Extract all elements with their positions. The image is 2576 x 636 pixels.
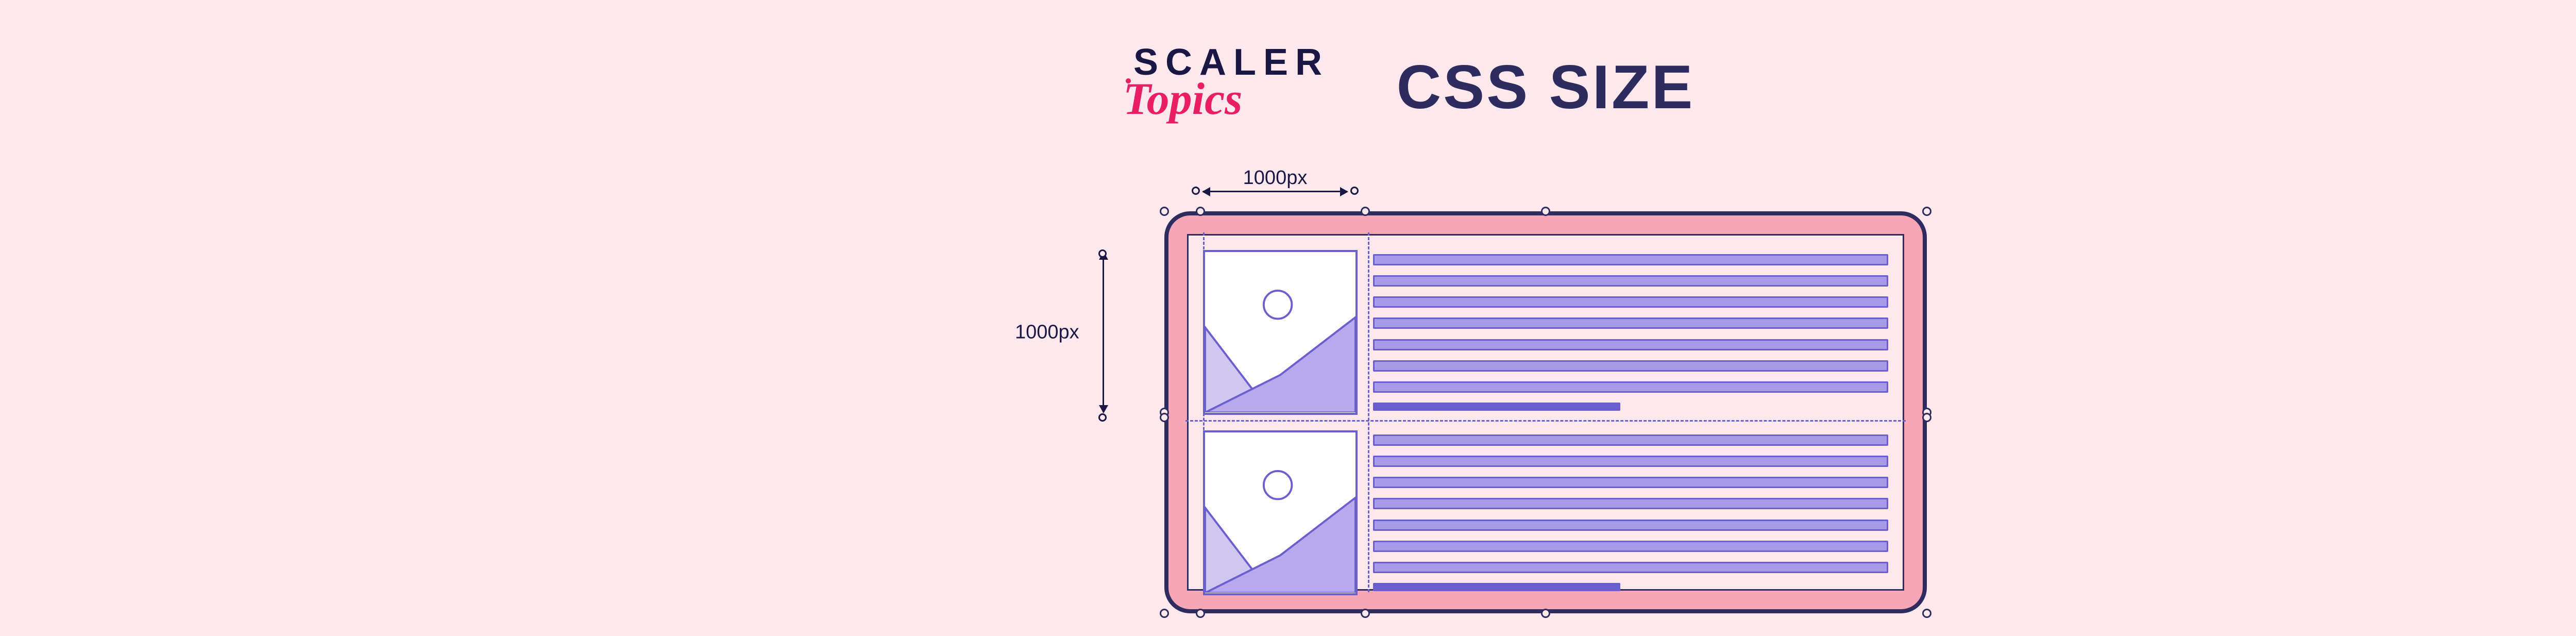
selection-handle-icon (1922, 609, 1931, 618)
selection-handle-icon (1361, 609, 1370, 618)
text-line (1373, 562, 1888, 573)
image-placeholder-icon (1205, 252, 1355, 412)
content-row (1203, 250, 1888, 415)
selection-handle-icon (1361, 207, 1370, 216)
image-placeholder-icon (1205, 432, 1355, 593)
selection-handle-icon (1196, 207, 1205, 216)
text-line (1373, 381, 1888, 393)
text-line (1373, 275, 1888, 287)
text-line (1373, 498, 1888, 509)
css-size-diagram: 1000px 1000px (1164, 211, 1927, 613)
content-row (1203, 430, 1888, 595)
image-placeholder (1203, 430, 1358, 595)
selection-handle-icon (1541, 207, 1550, 216)
text-lines-placeholder (1373, 430, 1888, 595)
selection-handle-icon (1160, 413, 1169, 422)
text-line (1373, 541, 1888, 552)
canvas (1187, 234, 1904, 591)
guide-line-vertical (1368, 232, 1369, 592)
text-line-short (1373, 403, 1620, 411)
text-line (1373, 477, 1888, 488)
height-arrow-icon (1103, 253, 1104, 412)
image-placeholder (1203, 250, 1358, 415)
selection-handle-icon (1160, 207, 1169, 216)
height-label: 1000px (1015, 322, 1079, 344)
guide-line-horizontal (1185, 420, 1906, 422)
text-line (1373, 254, 1888, 265)
text-line (1373, 456, 1888, 467)
text-line (1373, 360, 1888, 372)
dimension-handle-icon (1098, 413, 1107, 422)
width-label: 1000px (1243, 167, 1308, 189)
text-line (1373, 339, 1888, 350)
dimension-handle-icon (1098, 249, 1107, 258)
guide-line-vertical (1203, 232, 1205, 592)
selection-handle-icon (1922, 413, 1931, 422)
selection-handle-icon (1196, 609, 1205, 618)
selection-handle-icon (1541, 609, 1550, 618)
device-frame (1164, 211, 1927, 613)
page-title: CSS SIZE (1397, 52, 1695, 123)
text-line (1373, 296, 1888, 308)
text-lines-placeholder (1373, 250, 1888, 415)
logo-text-topics: Topics (1123, 73, 1329, 125)
dimension-handle-icon (1192, 187, 1200, 195)
text-line (1373, 317, 1888, 329)
selection-handle-icon (1922, 207, 1931, 216)
scaler-topics-logo: SCALER Topics (1133, 41, 1329, 125)
width-arrow-icon (1203, 191, 1347, 192)
text-line-short (1373, 583, 1620, 591)
text-line (1373, 434, 1888, 446)
text-line (1373, 520, 1888, 531)
selection-handle-icon (1160, 609, 1169, 618)
dimension-handle-icon (1350, 187, 1359, 195)
